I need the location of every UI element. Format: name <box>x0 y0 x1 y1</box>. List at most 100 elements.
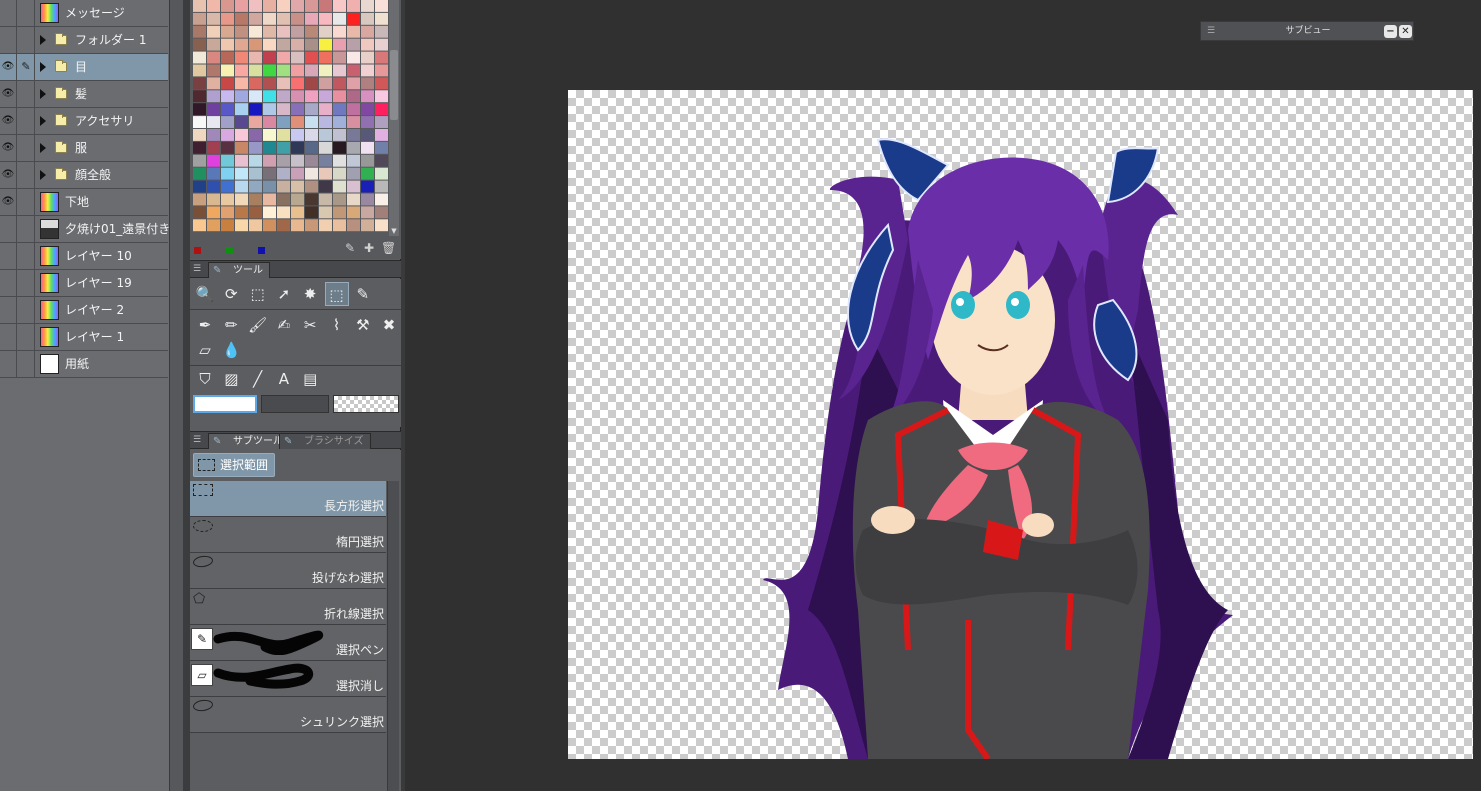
color-swatch[interactable] <box>277 219 290 232</box>
color-swatch[interactable] <box>347 180 360 193</box>
color-swatch[interactable] <box>375 116 388 128</box>
color-swatch[interactable] <box>291 51 304 64</box>
visibility-eye-icon[interactable] <box>0 0 17 26</box>
color-swatch[interactable] <box>319 154 332 167</box>
edit-lock-icon[interactable] <box>18 216 35 242</box>
color-swatch[interactable] <box>319 51 332 64</box>
color-swatch[interactable] <box>375 38 388 51</box>
color-swatch[interactable] <box>305 38 318 51</box>
color-swatch[interactable] <box>263 64 276 77</box>
subtool-item[interactable]: 投げなわ選択 <box>190 553 386 589</box>
color-swatch[interactable] <box>263 51 276 64</box>
color-swatch[interactable] <box>347 206 360 219</box>
color-swatch[interactable] <box>347 167 360 180</box>
color-swatch[interactable] <box>207 219 220 232</box>
color-swatch[interactable] <box>207 167 220 180</box>
color-swatch[interactable] <box>235 219 248 232</box>
color-swatch[interactable] <box>347 38 360 51</box>
color-swatch[interactable] <box>221 141 234 154</box>
visibility-eye-icon[interactable]: 👁 <box>0 108 17 134</box>
scroll-down-icon[interactable]: ▼ <box>390 227 398 235</box>
color-swatch[interactable] <box>375 0 388 12</box>
color-swatch[interactable] <box>319 64 332 77</box>
color-swatch[interactable] <box>193 219 206 232</box>
color-swatch[interactable] <box>333 180 346 193</box>
color-swatch-grid[interactable] <box>193 0 389 232</box>
edit-lock-icon[interactable] <box>18 162 35 188</box>
color-swatch[interactable] <box>333 193 346 206</box>
color-swatch[interactable] <box>361 206 374 219</box>
color-swatch[interactable] <box>235 103 248 116</box>
color-swatch[interactable] <box>319 38 332 51</box>
edit-lock-icon[interactable] <box>18 351 35 377</box>
color-swatch[interactable] <box>221 180 234 193</box>
color-swatch[interactable] <box>193 141 206 154</box>
color-swatch[interactable] <box>319 12 332 25</box>
zoom-tool-icon[interactable]: 🔍 <box>193 282 217 306</box>
color-swatch[interactable] <box>235 206 248 219</box>
operation-tool-icon[interactable]: ➚ <box>272 282 296 306</box>
edit-lock-icon[interactable] <box>18 135 35 161</box>
color-swatch[interactable] <box>305 180 318 193</box>
color-swatch[interactable] <box>305 129 318 141</box>
color-swatch[interactable] <box>305 77 318 90</box>
color-swatch[interactable] <box>291 116 304 128</box>
color-swatch[interactable] <box>277 90 290 103</box>
color-swatch[interactable] <box>221 129 234 141</box>
color-swatch[interactable] <box>235 25 248 38</box>
layer-row[interactable]: 👁 アクセサリ <box>0 108 168 135</box>
color-swatch[interactable] <box>221 0 234 12</box>
color-swatch[interactable] <box>361 219 374 232</box>
color-swatch[interactable] <box>263 77 276 90</box>
color-swatch[interactable] <box>319 141 332 154</box>
transparent-color-chip[interactable] <box>333 395 399 413</box>
color-swatch[interactable] <box>291 103 304 116</box>
color-swatch[interactable] <box>361 129 374 141</box>
color-swatch[interactable] <box>361 167 374 180</box>
color-swatch[interactable] <box>375 51 388 64</box>
color-swatch[interactable] <box>361 193 374 206</box>
add-color-icon[interactable]: ✚ <box>362 241 376 255</box>
color-swatch[interactable] <box>333 25 346 38</box>
subtool-item[interactable]: 楕円選択 <box>190 517 386 553</box>
layer-row[interactable]: 👁 髪 <box>0 81 168 108</box>
color-swatch[interactable] <box>277 180 290 193</box>
eraser-tool-icon[interactable]: ▱ <box>193 338 217 362</box>
edit-lock-icon[interactable] <box>18 0 35 26</box>
visibility-eye-icon[interactable]: 👁 <box>0 162 17 188</box>
color-swatch[interactable] <box>333 51 346 64</box>
color-swatch[interactable] <box>277 0 290 12</box>
color-swatch[interactable] <box>291 129 304 141</box>
visibility-eye-icon[interactable] <box>0 297 17 323</box>
color-swatch[interactable] <box>235 90 248 103</box>
layer-row[interactable]: 👁 下地 <box>0 189 168 216</box>
color-swatch[interactable] <box>319 129 332 141</box>
color-swatch[interactable] <box>305 167 318 180</box>
panel-menu-icon[interactable]: ☰ <box>193 263 205 275</box>
color-swatch[interactable] <box>249 167 262 180</box>
edit-lock-icon[interactable] <box>18 189 35 215</box>
color-swatch[interactable] <box>319 25 332 38</box>
subtool-item[interactable]: ▱ 選択消し <box>190 661 386 697</box>
color-swatch[interactable] <box>347 141 360 154</box>
color-swatch[interactable] <box>249 116 262 128</box>
line-tool-icon[interactable]: ╱ <box>246 367 270 391</box>
color-swatch[interactable] <box>291 180 304 193</box>
color-swatch[interactable] <box>193 103 206 116</box>
color-swatch[interactable] <box>207 12 220 25</box>
color-swatch[interactable] <box>263 116 276 128</box>
subtool-group-button[interactable]: 選択範囲 <box>193 453 275 477</box>
color-swatch[interactable] <box>193 180 206 193</box>
color-swatch[interactable] <box>305 64 318 77</box>
color-swatch[interactable] <box>207 193 220 206</box>
color-swatch[interactable] <box>193 77 206 90</box>
color-swatch[interactable] <box>305 0 318 12</box>
color-swatch[interactable] <box>291 0 304 12</box>
edit-lock-icon[interactable] <box>18 108 35 134</box>
color-swatch[interactable] <box>291 25 304 38</box>
color-swatch[interactable] <box>361 51 374 64</box>
gradient-tool-icon[interactable]: ▨ <box>219 367 243 391</box>
visibility-eye-icon[interactable]: 👁 <box>0 81 17 107</box>
panel-menu-icon[interactable]: ☰ <box>193 434 205 446</box>
color-swatch[interactable] <box>333 0 346 12</box>
